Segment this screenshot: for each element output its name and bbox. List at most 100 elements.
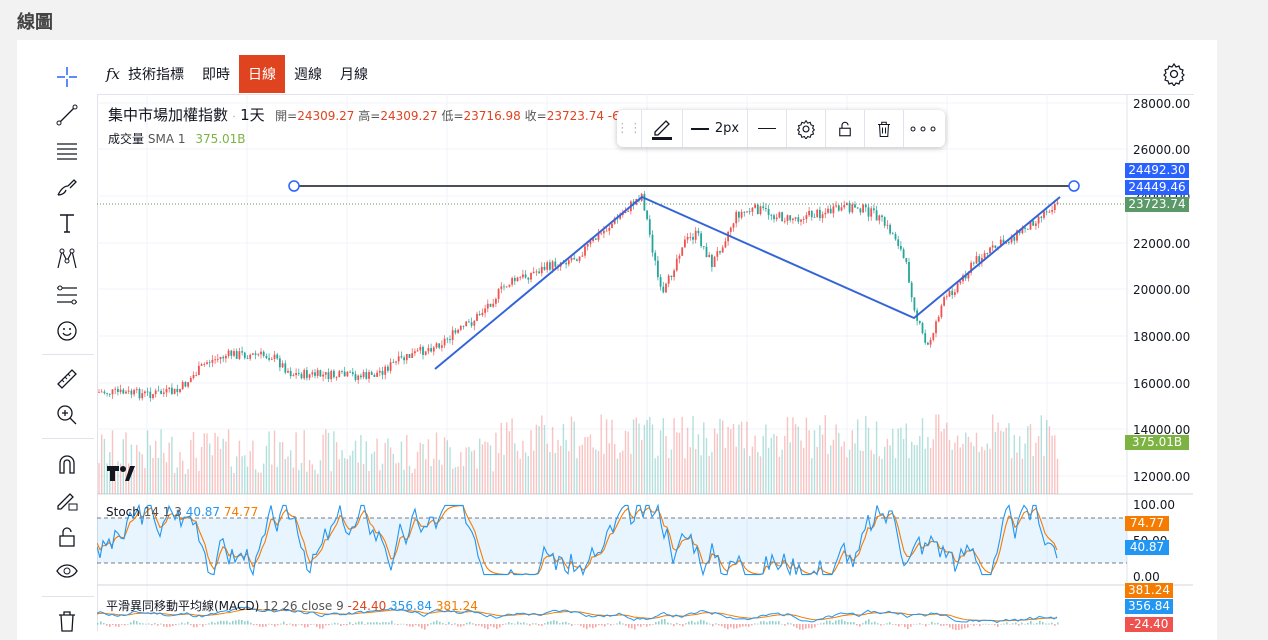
text-icon[interactable] [52,208,82,238]
volume-bar [527,455,529,494]
candle-body [1051,210,1053,212]
drag-handle-icon[interactable]: ⋮⋮ [616,110,642,147]
candle-body [972,262,975,264]
more-options-icon[interactable]: ∘∘∘ [904,110,942,147]
eye-icon[interactable] [52,556,82,586]
candle-body [187,382,189,387]
ruler-icon[interactable] [52,364,82,394]
drawing-settings-icon[interactable] [787,110,826,147]
candle-body [138,389,141,399]
volume-bar [857,419,859,494]
volume-bar [916,445,918,494]
tab-realtime[interactable]: 即時 [193,55,239,93]
volume-bar [155,440,157,494]
magnet-icon[interactable] [52,450,82,480]
candle-body [503,286,505,288]
macd-histogram-bar [979,624,981,627]
candle-body [565,263,567,265]
volume-bar [198,470,200,494]
macd-histogram-bar [751,624,753,626]
zoom-in-icon[interactable] [52,400,82,430]
tab-weekly[interactable]: 週線 [285,55,331,93]
candle-body [732,223,735,228]
macd-histogram-bar [514,623,516,625]
macd-histogram-bar [214,622,216,625]
volume-bar [773,433,775,494]
macd-histogram-bar [499,624,501,628]
volume-bar [541,415,543,494]
line-style-button[interactable] [748,110,787,147]
indicators-button[interactable]: fx 技術指標 [97,55,193,93]
macd-histogram-bar [814,624,816,628]
candle-body [295,372,297,376]
volume-bar [638,423,640,494]
macd-histogram-bar [196,624,198,628]
candle-body [878,215,881,221]
crosshair-icon[interactable] [52,62,82,92]
volume-bar [803,447,805,494]
volume-bar [284,458,286,494]
trend-line-icon[interactable] [52,100,82,130]
volume-bar [751,446,754,494]
candle-body [173,388,176,394]
symbol-name[interactable]: 集中市場加權指數 [108,106,228,124]
lock-icon[interactable] [52,522,82,552]
pattern-icon[interactable] [52,244,82,274]
lock-pencil-icon[interactable] [52,486,82,516]
candle-body [157,390,160,392]
macd-histogram-bar [958,624,960,630]
macd-histogram-bar [511,622,513,625]
unlock-icon[interactable] [826,110,865,147]
volume-bar [403,469,405,494]
candle-body [527,277,530,280]
volume-bar [605,419,608,494]
candle-body [195,374,198,376]
macd-histogram-bar [130,622,132,625]
volume-bar [865,415,867,494]
line-width-button[interactable]: 2px [683,110,748,147]
trash-icon[interactable] [52,606,82,636]
candle-body [719,251,721,253]
delete-drawing-icon[interactable] [865,110,904,147]
candle-body [184,381,187,387]
macd-histogram-bar [268,623,270,625]
candle-body [168,387,171,389]
brush-icon[interactable] [52,172,82,202]
line-handle [1068,180,1080,192]
macd-histogram-bar [583,624,585,628]
fib-icon[interactable] [52,280,82,310]
volume-bar [481,444,484,494]
volume-bar [179,452,181,494]
tab-monthly[interactable]: 月線 [331,55,377,93]
volume-bar [770,437,772,494]
candle-body [657,260,659,278]
candle-body [867,207,870,217]
horizontal-lines-icon[interactable] [52,136,82,166]
macd-histogram-bar [406,624,408,626]
macd-histogram-bar [748,624,750,627]
macd-histogram-bar [199,624,201,625]
macd-histogram-bar [598,624,600,626]
candle-body [314,372,316,376]
line-color-button[interactable] [642,110,683,147]
macd-histogram-bar [166,624,168,628]
volume-bar [905,423,907,494]
price-chart[interactable] [97,94,1193,630]
settings-icon[interactable] [1162,62,1186,88]
stoch-band [97,518,1127,563]
volume-bar [281,442,284,494]
tab-daily[interactable]: 日線 [239,55,286,93]
candle-body [989,247,991,254]
volume-bar [557,440,559,494]
candle-body [1037,216,1040,224]
emoji-icon[interactable] [52,316,82,346]
macd-histogram-bar [844,621,846,625]
candle-body [603,230,605,234]
candle-body [1024,227,1026,229]
candle-body [570,257,573,261]
macd-histogram-bar [433,621,435,625]
volume-bar [776,435,778,494]
macd-histogram-bar [223,620,225,625]
volume-bar [740,421,743,494]
macd-histogram-bar [886,623,888,625]
